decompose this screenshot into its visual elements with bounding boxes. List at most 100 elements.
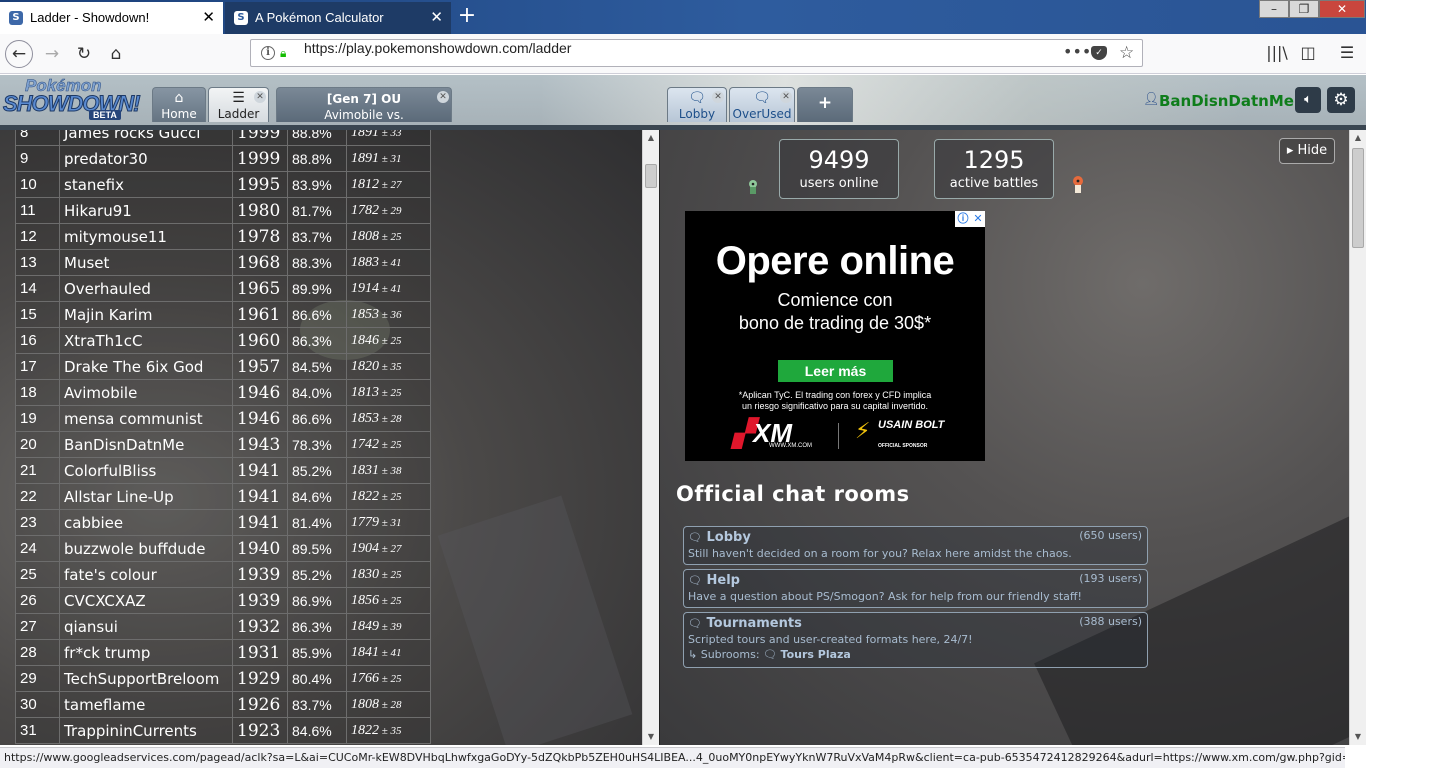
ladder-username[interactable]: tameflame — [59, 691, 233, 718]
ad-disclaimer: *Aplican TyC. El trading con forex y CFD… — [738, 390, 932, 400]
showdown-logo[interactable]: Pokémon SHOWDOWN! BETA — [2, 76, 148, 121]
home-icon[interactable]: ⌂ — [102, 40, 130, 68]
active-battles-box[interactable]: 1295 active battles — [934, 139, 1054, 199]
url-bar[interactable]: i 🔒︎ https://play.pokemonshowdown.com/la… — [250, 39, 1143, 67]
ladder-glicko: 1853 ± 36 — [346, 301, 431, 328]
tab-home[interactable]: ⌂ Home — [152, 87, 206, 122]
advertisement[interactable]: ⓘ ✕ Opere online Comience con bono de tr… — [685, 211, 985, 461]
room-help[interactable]: 🗨︎ Help (193 users) Have a question abou… — [683, 569, 1148, 608]
page-actions-icon[interactable]: ••• — [1063, 40, 1091, 64]
plus-minus-icon: ± — [379, 568, 391, 581]
ladder-glicko: 1782 ± 29 — [346, 197, 431, 224]
ladder-elo: 1926 — [232, 691, 288, 718]
close-tab-icon[interactable]: ✕ — [712, 91, 724, 103]
plus-minus-icon: ± — [379, 490, 391, 503]
ladder-scrollbar[interactable]: ▲ ▼ — [642, 130, 659, 745]
ladder-username[interactable]: Allstar Line-Up — [59, 483, 233, 510]
ladder-username[interactable]: cabbiee — [59, 509, 233, 536]
ladder-gxe: 81.7% — [287, 197, 347, 224]
ladder-username[interactable]: James rocks Gucci — [59, 130, 233, 146]
ladder-username[interactable]: TrappininCurrents — [59, 717, 233, 744]
maximize-icon[interactable]: ❐ — [1289, 0, 1319, 18]
ladder-username[interactable]: Drake The 6ix God — [59, 353, 233, 380]
scroll-down-icon[interactable]: ▼ — [643, 729, 659, 745]
scroll-thumb[interactable] — [645, 164, 657, 188]
ladder-rank: 27 — [15, 613, 60, 640]
browser-tab-title: A Pokémon Calculator — [255, 10, 384, 25]
tab-battle[interactable]: [Gen 7] OU Avimobile vs. BanDisnDatnMe ✕ — [276, 87, 452, 125]
library-icon[interactable]: |||\ — [1265, 42, 1289, 64]
main-scrollbar[interactable]: ▲ ▼ — [1349, 130, 1366, 745]
ladder-username[interactable]: Muset — [59, 249, 233, 276]
glicko-deviation: 25 — [390, 672, 402, 685]
browser-tab-ladder[interactable]: S Ladder - Showdown! ✕ — [0, 2, 223, 34]
gear-icon[interactable]: ⚙ — [1327, 87, 1355, 113]
forward-arrow-icon[interactable]: → — [38, 40, 66, 68]
subroom-tours-plaza[interactable]: Tours Plaza — [781, 648, 851, 661]
ladder-username[interactable]: qiansui — [59, 613, 233, 640]
tab-lobby[interactable]: 🗨︎ Lobby ✕ — [667, 87, 727, 122]
close-tab-icon[interactable]: ✕ — [437, 91, 449, 103]
bookmark-star-icon[interactable]: ☆ — [1119, 40, 1134, 66]
ladder-username[interactable]: Avimobile — [59, 379, 233, 406]
browser-tab-title: Ladder - Showdown! — [30, 10, 150, 25]
back-arrow-icon[interactable]: ← — [5, 40, 33, 68]
scroll-up-icon[interactable]: ▲ — [1350, 130, 1366, 146]
sidebar-icon[interactable]: ◫ — [1296, 42, 1320, 64]
scroll-up-icon[interactable]: ▲ — [643, 130, 659, 146]
glicko-deviation: 36 — [390, 308, 402, 321]
new-tab-icon[interactable]: + — [453, 2, 481, 32]
browser-tab-calculator[interactable]: S A Pokémon Calculator ✕ — [225, 2, 451, 34]
ladder-username[interactable]: TechSupportBreloom — [59, 665, 233, 692]
username[interactable]: BanDisnDatnMe — [1159, 91, 1294, 111]
ladder-rank: 25 — [15, 561, 60, 588]
hamburger-menu-icon[interactable]: ☰ — [1335, 42, 1359, 64]
ladder-username[interactable]: Hikaru91 — [59, 197, 233, 224]
scroll-thumb[interactable] — [1352, 148, 1364, 248]
ladder-username[interactable]: BanDisnDatnMe — [59, 431, 233, 458]
table-row: 24 buzzwole buffdude 1940 89.5% 1904 ± 27 — [15, 535, 431, 562]
ad-close-icon[interactable]: ✕ — [971, 212, 985, 226]
close-tab-icon[interactable]: ✕ — [430, 2, 443, 34]
tab-ladder[interactable]: ☰ Ladder ✕ — [208, 87, 269, 122]
pocket-icon[interactable]: ✓ — [1091, 46, 1107, 60]
ladder-username[interactable]: predator30 — [59, 145, 233, 172]
ladder-username[interactable]: fr*ck trump — [59, 639, 233, 666]
glicko-rating: 1883 — [351, 254, 379, 270]
plus-minus-icon: ± — [379, 412, 391, 425]
ladder-username[interactable]: ColorfulBliss — [59, 457, 233, 484]
pokemon-sprite-icon — [1073, 176, 1083, 193]
ladder-username[interactable]: mitymouse11 — [59, 223, 233, 250]
table-row: 30 tameflame 1926 83.7% 1808 ± 28 — [15, 691, 431, 718]
room-lobby[interactable]: 🗨︎ Lobby (650 users) Still haven't decid… — [683, 526, 1148, 565]
hide-button[interactable]: ▸ Hide — [1279, 138, 1335, 164]
room-tournaments[interactable]: 🗨︎ Tournaments (388 users) Scripted tour… — [683, 612, 1148, 668]
battle-format-label: [Gen 7] OU — [326, 92, 402, 106]
ladder-username[interactable]: XtraTh1cC — [59, 327, 233, 354]
ladder-username[interactable]: fate's colour — [59, 561, 233, 588]
close-tab-icon[interactable]: ✕ — [202, 2, 215, 34]
reload-icon[interactable]: ↻ — [70, 40, 98, 68]
close-tab-icon[interactable]: ✕ — [780, 91, 792, 103]
new-room-button[interactable]: + — [797, 87, 853, 122]
close-tab-icon[interactable]: ✕ — [254, 91, 266, 103]
users-online-box[interactable]: 9499 users online — [779, 139, 899, 199]
ad-cta-button[interactable]: Leer más — [778, 360, 893, 382]
sound-icon[interactable]: 🔈︎ — [1295, 87, 1321, 113]
minimize-icon[interactable]: – — [1259, 0, 1289, 18]
table-row: 17 Drake The 6ix God 1957 84.5% 1820 ± 35 — [15, 353, 431, 380]
ladder-username[interactable]: stanefix — [59, 171, 233, 198]
ladder-gxe: 85.2% — [287, 457, 347, 484]
scroll-down-icon[interactable]: ▼ — [1350, 729, 1366, 745]
tab-overused[interactable]: 🗨︎ OverUsed ✕ — [729, 87, 795, 122]
window-close-icon[interactable]: ✕ — [1319, 0, 1365, 18]
ad-info-icon[interactable]: ⓘ — [956, 212, 970, 226]
info-icon[interactable]: i — [261, 46, 275, 60]
ladder-username[interactable]: buzzwole buffdude — [59, 535, 233, 562]
ladder-username[interactable]: CVCXCXAZ — [59, 587, 233, 614]
url-text[interactable]: https://play.pokemonshowdown.com/ladder — [304, 40, 571, 56]
ladder-username[interactable]: Overhauled — [59, 275, 233, 302]
ladder-username[interactable]: Majin Karim — [59, 301, 233, 328]
ladder-username[interactable]: mensa communist — [59, 405, 233, 432]
ladder-gxe: 86.3% — [287, 613, 347, 640]
